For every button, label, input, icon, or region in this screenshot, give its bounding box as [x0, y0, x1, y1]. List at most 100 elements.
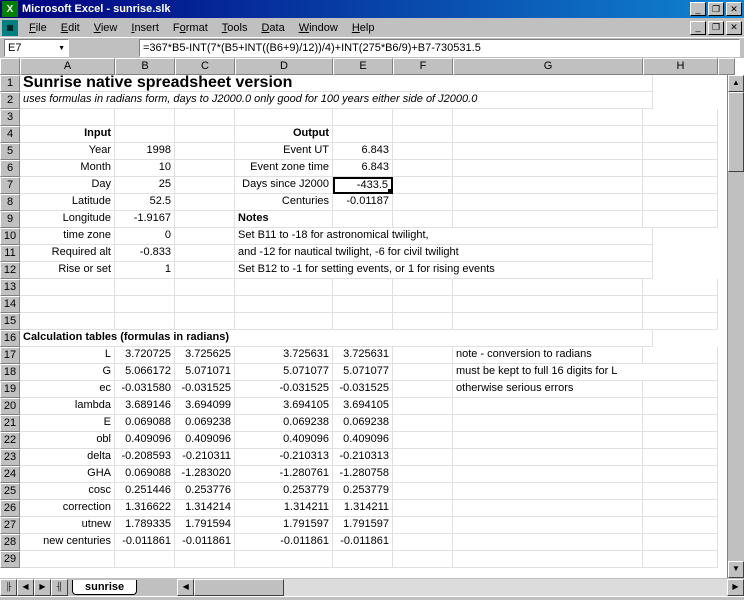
- formula-input[interactable]: =367*B5-INT(7*(B5+INT((B6+9)/12))/4)+INT…: [139, 39, 740, 57]
- cell[interactable]: Rise or set: [20, 262, 115, 279]
- cell[interactable]: [643, 296, 718, 313]
- cell[interactable]: Days since J2000: [235, 177, 333, 194]
- row-header[interactable]: 22: [0, 432, 20, 449]
- cell[interactable]: -0.01187: [333, 194, 393, 211]
- cell[interactable]: [453, 500, 643, 517]
- row-header[interactable]: 5: [0, 143, 20, 160]
- cell[interactable]: otherwise serious errors: [453, 381, 643, 398]
- cell[interactable]: [453, 534, 643, 551]
- cell[interactable]: 1.316622: [115, 500, 175, 517]
- cell[interactable]: [393, 500, 453, 517]
- cell[interactable]: Latitude: [20, 194, 115, 211]
- row-header[interactable]: 15: [0, 313, 20, 330]
- cell[interactable]: Centuries: [235, 194, 333, 211]
- cell[interactable]: 3.694099: [175, 398, 235, 415]
- cell[interactable]: 0.069088: [115, 415, 175, 432]
- cell[interactable]: [333, 313, 393, 330]
- cell[interactable]: E: [20, 415, 115, 432]
- cell[interactable]: Calculation tables (formulas in radians): [20, 330, 653, 347]
- cell[interactable]: Set B11 to -18 for astronomical twilight…: [235, 228, 653, 245]
- cell[interactable]: [453, 194, 643, 211]
- cell[interactable]: [393, 279, 453, 296]
- cell[interactable]: utnew: [20, 517, 115, 534]
- sheet-tab[interactable]: sunrise: [72, 580, 137, 595]
- doc-restore-button[interactable]: ❐: [708, 21, 724, 35]
- tab-nav-prev[interactable]: ◀: [17, 579, 34, 596]
- cell[interactable]: [453, 279, 643, 296]
- menu-window[interactable]: Window: [292, 20, 345, 36]
- cell[interactable]: 0.251446: [115, 483, 175, 500]
- cell[interactable]: [175, 296, 235, 313]
- col-header-b[interactable]: B: [115, 58, 175, 75]
- cell[interactable]: [453, 449, 643, 466]
- cell[interactable]: [175, 177, 235, 194]
- cell[interactable]: 5.066172: [115, 364, 175, 381]
- cell[interactable]: [643, 415, 718, 432]
- active-cell[interactable]: -433.5: [333, 177, 393, 194]
- cell[interactable]: 1.791597: [333, 517, 393, 534]
- cell[interactable]: [643, 126, 718, 143]
- row-header[interactable]: 24: [0, 466, 20, 483]
- row-header[interactable]: 8: [0, 194, 20, 211]
- cell[interactable]: -1.280761: [235, 466, 333, 483]
- cell[interactable]: 0.069088: [115, 466, 175, 483]
- cell[interactable]: [333, 211, 393, 228]
- scroll-left-button[interactable]: ◀: [177, 579, 194, 596]
- cell[interactable]: [643, 160, 718, 177]
- cell[interactable]: -1.283020: [175, 466, 235, 483]
- cell[interactable]: [393, 381, 453, 398]
- cell[interactable]: [643, 279, 718, 296]
- cell[interactable]: [235, 296, 333, 313]
- menu-view[interactable]: View: [87, 20, 125, 36]
- cell[interactable]: 10: [115, 160, 175, 177]
- cell[interactable]: [20, 279, 115, 296]
- cell[interactable]: [453, 466, 643, 483]
- row-header[interactable]: 7: [0, 177, 20, 194]
- horizontal-scrollbar[interactable]: ◀ ▶: [177, 579, 744, 596]
- col-header-f[interactable]: F: [393, 58, 453, 75]
- cell[interactable]: [393, 551, 453, 568]
- cell[interactable]: lambda: [20, 398, 115, 415]
- cell[interactable]: [453, 109, 643, 126]
- cell[interactable]: [643, 466, 718, 483]
- menu-data[interactable]: Data: [254, 20, 291, 36]
- cell[interactable]: 5.071077: [333, 364, 393, 381]
- cell[interactable]: Year: [20, 143, 115, 160]
- cell[interactable]: [643, 194, 718, 211]
- cell[interactable]: [333, 279, 393, 296]
- cell[interactable]: 1.789335: [115, 517, 175, 534]
- cell[interactable]: Input: [20, 126, 115, 143]
- cell[interactable]: obl: [20, 432, 115, 449]
- cell[interactable]: [643, 381, 718, 398]
- cell[interactable]: 3.720725: [115, 347, 175, 364]
- cell[interactable]: -0.011861: [175, 534, 235, 551]
- cell[interactable]: [115, 551, 175, 568]
- menu-help[interactable]: Help: [345, 20, 382, 36]
- cell[interactable]: [115, 279, 175, 296]
- row-header[interactable]: 2: [0, 92, 20, 109]
- cell[interactable]: [643, 432, 718, 449]
- cell[interactable]: Notes: [235, 211, 333, 228]
- cell[interactable]: [20, 313, 115, 330]
- tab-nav-first[interactable]: ╟: [0, 579, 17, 596]
- cell[interactable]: [453, 296, 643, 313]
- cell[interactable]: -0.210313: [235, 449, 333, 466]
- cell[interactable]: [453, 415, 643, 432]
- cell[interactable]: and -12 for nautical twilight, -6 for ci…: [235, 245, 653, 262]
- vertical-scrollbar[interactable]: ▲ ▼: [727, 75, 744, 578]
- cell[interactable]: [393, 466, 453, 483]
- minimize-button[interactable]: _: [690, 2, 706, 16]
- cell[interactable]: [20, 296, 115, 313]
- col-header-c[interactable]: C: [175, 58, 235, 75]
- cell[interactable]: [20, 109, 115, 126]
- row-header[interactable]: 25: [0, 483, 20, 500]
- cell[interactable]: Day: [20, 177, 115, 194]
- cell[interactable]: [175, 245, 235, 262]
- cell[interactable]: Event UT: [235, 143, 333, 160]
- row-header[interactable]: 1: [0, 75, 20, 92]
- cell[interactable]: -0.208593: [115, 449, 175, 466]
- cell[interactable]: [643, 517, 718, 534]
- cell[interactable]: [393, 534, 453, 551]
- row-header[interactable]: 20: [0, 398, 20, 415]
- row-header[interactable]: 16: [0, 330, 20, 347]
